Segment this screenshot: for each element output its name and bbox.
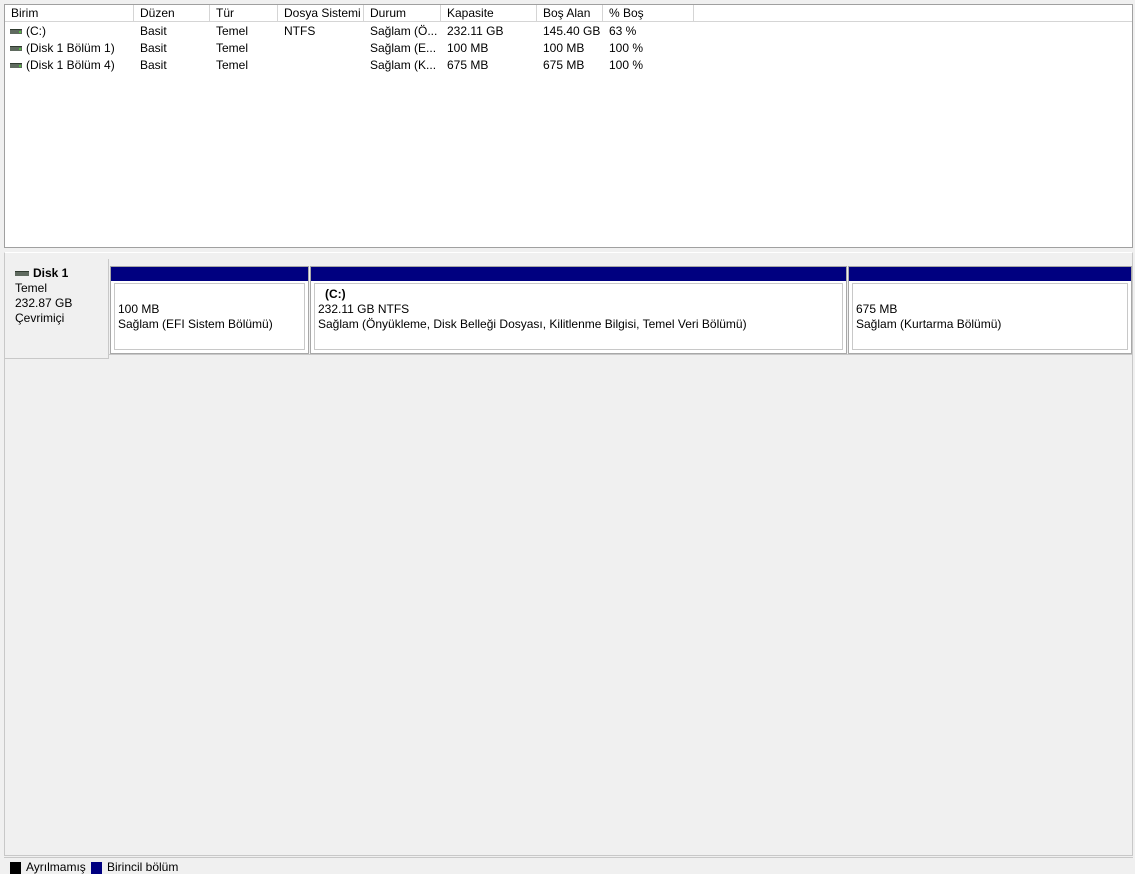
table-row[interactable]: (Disk 1 Bölüm 4) Basit Temel Sağlam (K..…	[5, 57, 1132, 74]
disk-state: Çevrimiçi	[15, 311, 65, 325]
primary-partition-bar	[111, 267, 308, 281]
cell-capacity: 100 MB	[447, 41, 489, 55]
disk-map-area[interactable]: Disk 1 Temel 232.87 GB Çevrimiçi 100 MB …	[4, 252, 1133, 856]
cell-capacity: 675 MB	[447, 58, 489, 72]
partition-status: Sağlam (EFI Sistem Bölümü)	[118, 317, 273, 331]
partition-c[interactable]: (C:) 232.11 GB NTFS Sağlam (Önyükleme, D…	[310, 266, 847, 354]
legend-label-unallocated: Ayrılmamış	[26, 860, 86, 874]
cell-status: Sağlam (Ö...	[370, 24, 438, 38]
column-header-kapasite[interactable]: Kapasite	[441, 5, 537, 22]
primary-partition-bar	[849, 267, 1131, 281]
cell-name: (Disk 1 Bölüm 1)	[26, 41, 115, 55]
column-header-filler	[694, 5, 1132, 22]
partition-recovery[interactable]: 675 MB Sağlam (Kurtarma Bölümü)	[848, 266, 1132, 354]
partition-size: 100 MB	[118, 302, 160, 316]
cell-fs: NTFS	[284, 24, 316, 38]
column-header-yuzde-bos[interactable]: % Boş	[603, 5, 694, 22]
cell-name: (Disk 1 Bölüm 4)	[26, 58, 115, 72]
column-header-bos-alan[interactable]: Boş Alan	[537, 5, 603, 22]
cell-status: Sağlam (E...	[370, 41, 437, 55]
table-row[interactable]: (Disk 1 Bölüm 1) Basit Temel Sağlam (E..…	[5, 40, 1132, 57]
cell-fs	[278, 40, 364, 57]
volume-list[interactable]: Birim Düzen Tür Dosya Sistemi Durum Kapa…	[4, 4, 1133, 248]
table-row[interactable]: (C:) Basit Temel NTFS Sağlam (Ö... 232.1…	[5, 23, 1132, 40]
cell-fs	[278, 57, 364, 74]
unallocated-swatch	[10, 862, 21, 874]
cell-pct-free: 63 %	[609, 24, 637, 38]
primary-partition-bar	[311, 267, 846, 281]
disk-icon	[15, 271, 29, 276]
cell-layout: Basit	[140, 24, 167, 38]
column-header-birim[interactable]: Birim	[5, 5, 134, 22]
cell-layout: Basit	[140, 58, 167, 72]
partition-size: 675 MB	[856, 302, 898, 316]
disk-type: Temel	[15, 281, 48, 295]
cell-free: 100 MB	[543, 41, 585, 55]
partition-efi[interactable]: 100 MB Sağlam (EFI Sistem Bölümü)	[110, 266, 309, 354]
partition-size: 232.11 GB NTFS	[318, 302, 410, 316]
cell-type: Temel	[216, 24, 249, 38]
column-header-dosya-sistemi[interactable]: Dosya Sistemi	[278, 5, 364, 22]
cell-pct-free: 100 %	[609, 41, 644, 55]
disk-row: Disk 1 Temel 232.87 GB Çevrimiçi 100 MB …	[5, 259, 1132, 359]
disk-label[interactable]: Disk 1 Temel 232.87 GB Çevrimiçi	[5, 259, 109, 359]
partition-status: Sağlam (Kurtarma Bölümü)	[856, 317, 1002, 331]
list-header: Birim Düzen Tür Dosya Sistemi Durum Kapa…	[5, 5, 1132, 22]
cell-type: Temel	[216, 58, 249, 72]
cell-status: Sağlam (K...	[370, 58, 437, 72]
cell-type: Temel	[216, 41, 249, 55]
cell-layout: Basit	[140, 41, 167, 55]
primary-partition-swatch	[91, 862, 102, 874]
disk-name: Disk 1	[33, 266, 69, 280]
cell-pct-free: 100 %	[609, 58, 644, 72]
partition-title: (C:)	[325, 287, 346, 301]
cell-free: 675 MB	[543, 58, 585, 72]
cell-capacity: 232.11 GB	[447, 24, 504, 38]
cell-free: 145.40 GB	[543, 24, 601, 38]
column-header-durum[interactable]: Durum	[364, 5, 441, 22]
column-header-tur[interactable]: Tür	[210, 5, 278, 22]
legend: Ayrılmamış Birincil bölüm	[4, 857, 1133, 874]
cell-name: (C:)	[26, 24, 46, 38]
legend-label-primary: Birincil bölüm	[107, 860, 179, 874]
partition-status: Sağlam (Önyükleme, Disk Belleği Dosyası,…	[318, 317, 747, 331]
disk-size: 232.87 GB	[15, 296, 73, 310]
column-header-duzen[interactable]: Düzen	[134, 5, 210, 22]
